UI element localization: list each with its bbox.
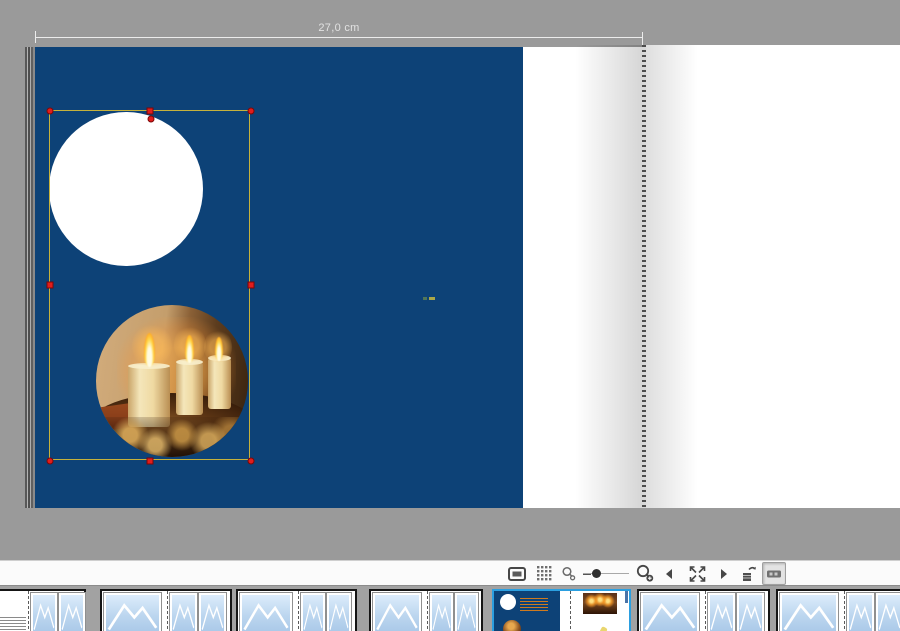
selection-handle-bottom-right[interactable] <box>247 457 254 464</box>
ruler-line <box>35 37 643 38</box>
thumbnail-pages <box>639 591 768 631</box>
image-placeholder <box>301 593 325 631</box>
image-placeholder <box>780 593 838 631</box>
selection-handle-bottom-center[interactable] <box>147 457 154 464</box>
selection-handle-bottom-left[interactable] <box>46 457 53 464</box>
selection-rotation-handle[interactable] <box>147 115 154 122</box>
previous-page-icon <box>665 568 673 580</box>
image-placeholder <box>199 593 226 631</box>
thumbnail-spread[interactable] <box>369 589 483 631</box>
thumbnail-candle-photo <box>583 593 617 614</box>
selection-handle-middle-left[interactable] <box>46 282 53 289</box>
image-placeholder <box>455 593 478 631</box>
thumbnail-fold-line <box>427 591 428 631</box>
zoom-slider-knob[interactable] <box>592 569 601 578</box>
thumbnail-fold-line <box>167 591 168 631</box>
right-page[interactable] <box>646 45 900 508</box>
image-placeholder <box>708 593 735 631</box>
image-placeholder <box>104 593 161 631</box>
image-placeholder <box>240 593 292 631</box>
page-overview-grid-icon <box>537 566 552 581</box>
thumbnail-spread[interactable] <box>776 589 900 631</box>
thumbnail-orange-text <box>520 598 548 613</box>
photobook-editor: 27,0 cm <box>0 0 900 631</box>
page-fold-line <box>642 45 646 508</box>
next-page-icon <box>720 568 728 580</box>
image-placeholder <box>170 593 197 631</box>
thumbnail-spread[interactable] <box>0 589 86 631</box>
thumbnail-pages <box>371 591 481 631</box>
thumbnail-blue-page <box>494 591 560 631</box>
thumbnail-candle-circle <box>503 620 521 631</box>
zoom-selection-button[interactable] <box>633 562 657 585</box>
image-placeholder <box>373 593 421 631</box>
zoom-selection-icon <box>635 564 655 583</box>
sort-pages-icon <box>741 565 759 582</box>
thumbnail-blue-strip <box>625 591 628 603</box>
selection-handle-middle-right[interactable] <box>247 282 254 289</box>
thumbnail-pages <box>778 591 900 631</box>
selection-handle-top-center[interactable] <box>147 107 154 114</box>
image-placeholder <box>59 593 85 631</box>
page-overview-button[interactable] <box>532 562 556 585</box>
zoom-fit-button[interactable] <box>558 562 580 585</box>
thumbnail-spread[interactable] <box>637 589 770 631</box>
zoom-fit-icon <box>561 566 577 582</box>
spread-view-icon <box>508 567 526 581</box>
book-spine-pages-edge <box>24 47 35 508</box>
thumbnail-spread-current[interactable] <box>492 589 631 631</box>
thumbnail-white-circle <box>500 594 516 610</box>
ruler-width-label: 27,0 cm <box>35 22 643 34</box>
thumbnail-pages <box>102 591 230 631</box>
zoom-slider[interactable] <box>583 562 631 585</box>
thumbnail-pages <box>0 591 84 631</box>
thumbnail-spread[interactable] <box>100 589 232 631</box>
fullscreen-preview-icon <box>687 564 708 584</box>
photo-bar-toggle-icon <box>766 568 782 580</box>
left-page-white-area[interactable] <box>523 47 643 508</box>
thumbnail-yellow-mark <box>598 626 608 631</box>
thumbnail-fold-line <box>844 591 845 631</box>
image-placeholder <box>430 593 453 631</box>
thumbnail-fold-line <box>28 591 29 631</box>
fullscreen-preview-button[interactable] <box>683 562 711 585</box>
thumbnail-fold-line <box>298 591 299 631</box>
image-placeholder <box>327 593 351 631</box>
selection-handle-top-left[interactable] <box>46 107 53 114</box>
image-placeholder <box>641 593 699 631</box>
selection-frame[interactable] <box>49 110 250 460</box>
zoom-slider-track[interactable] <box>583 573 629 574</box>
thumbnail-text-block <box>0 617 26 630</box>
spread-view-button[interactable] <box>505 562 529 585</box>
tiny-text-placeholder[interactable] <box>423 297 435 300</box>
thumbnail-pages <box>238 591 355 631</box>
ruler-tick-right <box>642 32 643 46</box>
thumbnail-pages <box>494 591 629 631</box>
selection-handle-top-right[interactable] <box>247 107 254 114</box>
next-page-button[interactable] <box>715 562 733 585</box>
image-placeholder <box>876 593 900 631</box>
sort-pages-button[interactable] <box>739 562 761 585</box>
page-thumbnails-filmstrip <box>0 585 900 631</box>
photo-bar-toggle-button[interactable] <box>762 562 786 585</box>
image-placeholder <box>31 593 57 631</box>
thumbnail-fold-line <box>570 591 571 631</box>
image-placeholder <box>847 593 874 631</box>
thumbnail-spread[interactable] <box>236 589 357 631</box>
view-toolbar <box>0 560 900 585</box>
image-placeholder <box>737 593 764 631</box>
thumbnail-fold-line <box>705 591 706 631</box>
previous-page-button[interactable] <box>660 562 678 585</box>
